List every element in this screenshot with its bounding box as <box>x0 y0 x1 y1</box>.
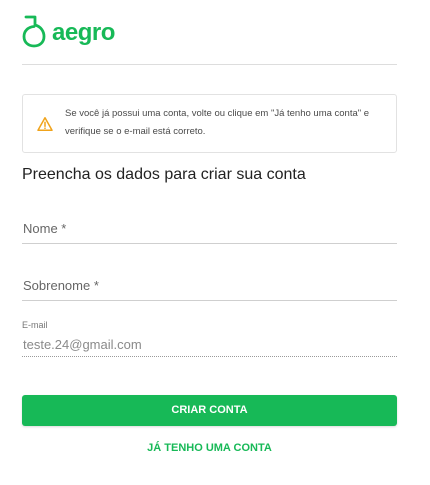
email-label: E-mail <box>22 320 48 330</box>
logo-text: aegro <box>52 19 115 46</box>
alert-message: Se você já possui uma conta, volte ou cl… <box>65 108 370 137</box>
warning-icon <box>37 117 53 131</box>
email-field[interactable]: teste.24@gmail.com <box>22 333 397 357</box>
have-account-link[interactable]: JÁ TENHO UMA CONTA <box>22 438 397 458</box>
header-divider <box>22 64 397 65</box>
aegro-leaf-logo-icon <box>22 15 46 48</box>
create-account-button[interactable]: CRIAR CONTA <box>22 395 397 426</box>
name-placeholder: Nome * <box>23 221 67 236</box>
email-value: teste.24@gmail.com <box>23 337 142 352</box>
surname-field[interactable]: Sobrenome * <box>22 269 397 301</box>
surname-placeholder: Sobrenome * <box>23 278 99 293</box>
signup-page: aegro Se você já possui uma conta, volte… <box>0 0 430 485</box>
aegro-logo: aegro <box>22 14 115 48</box>
info-alert: Se você já possui uma conta, volte ou cl… <box>22 94 397 153</box>
form-heading: Preencha os dados para criar sua conta <box>22 166 306 183</box>
name-field[interactable]: Nome * <box>22 212 397 244</box>
